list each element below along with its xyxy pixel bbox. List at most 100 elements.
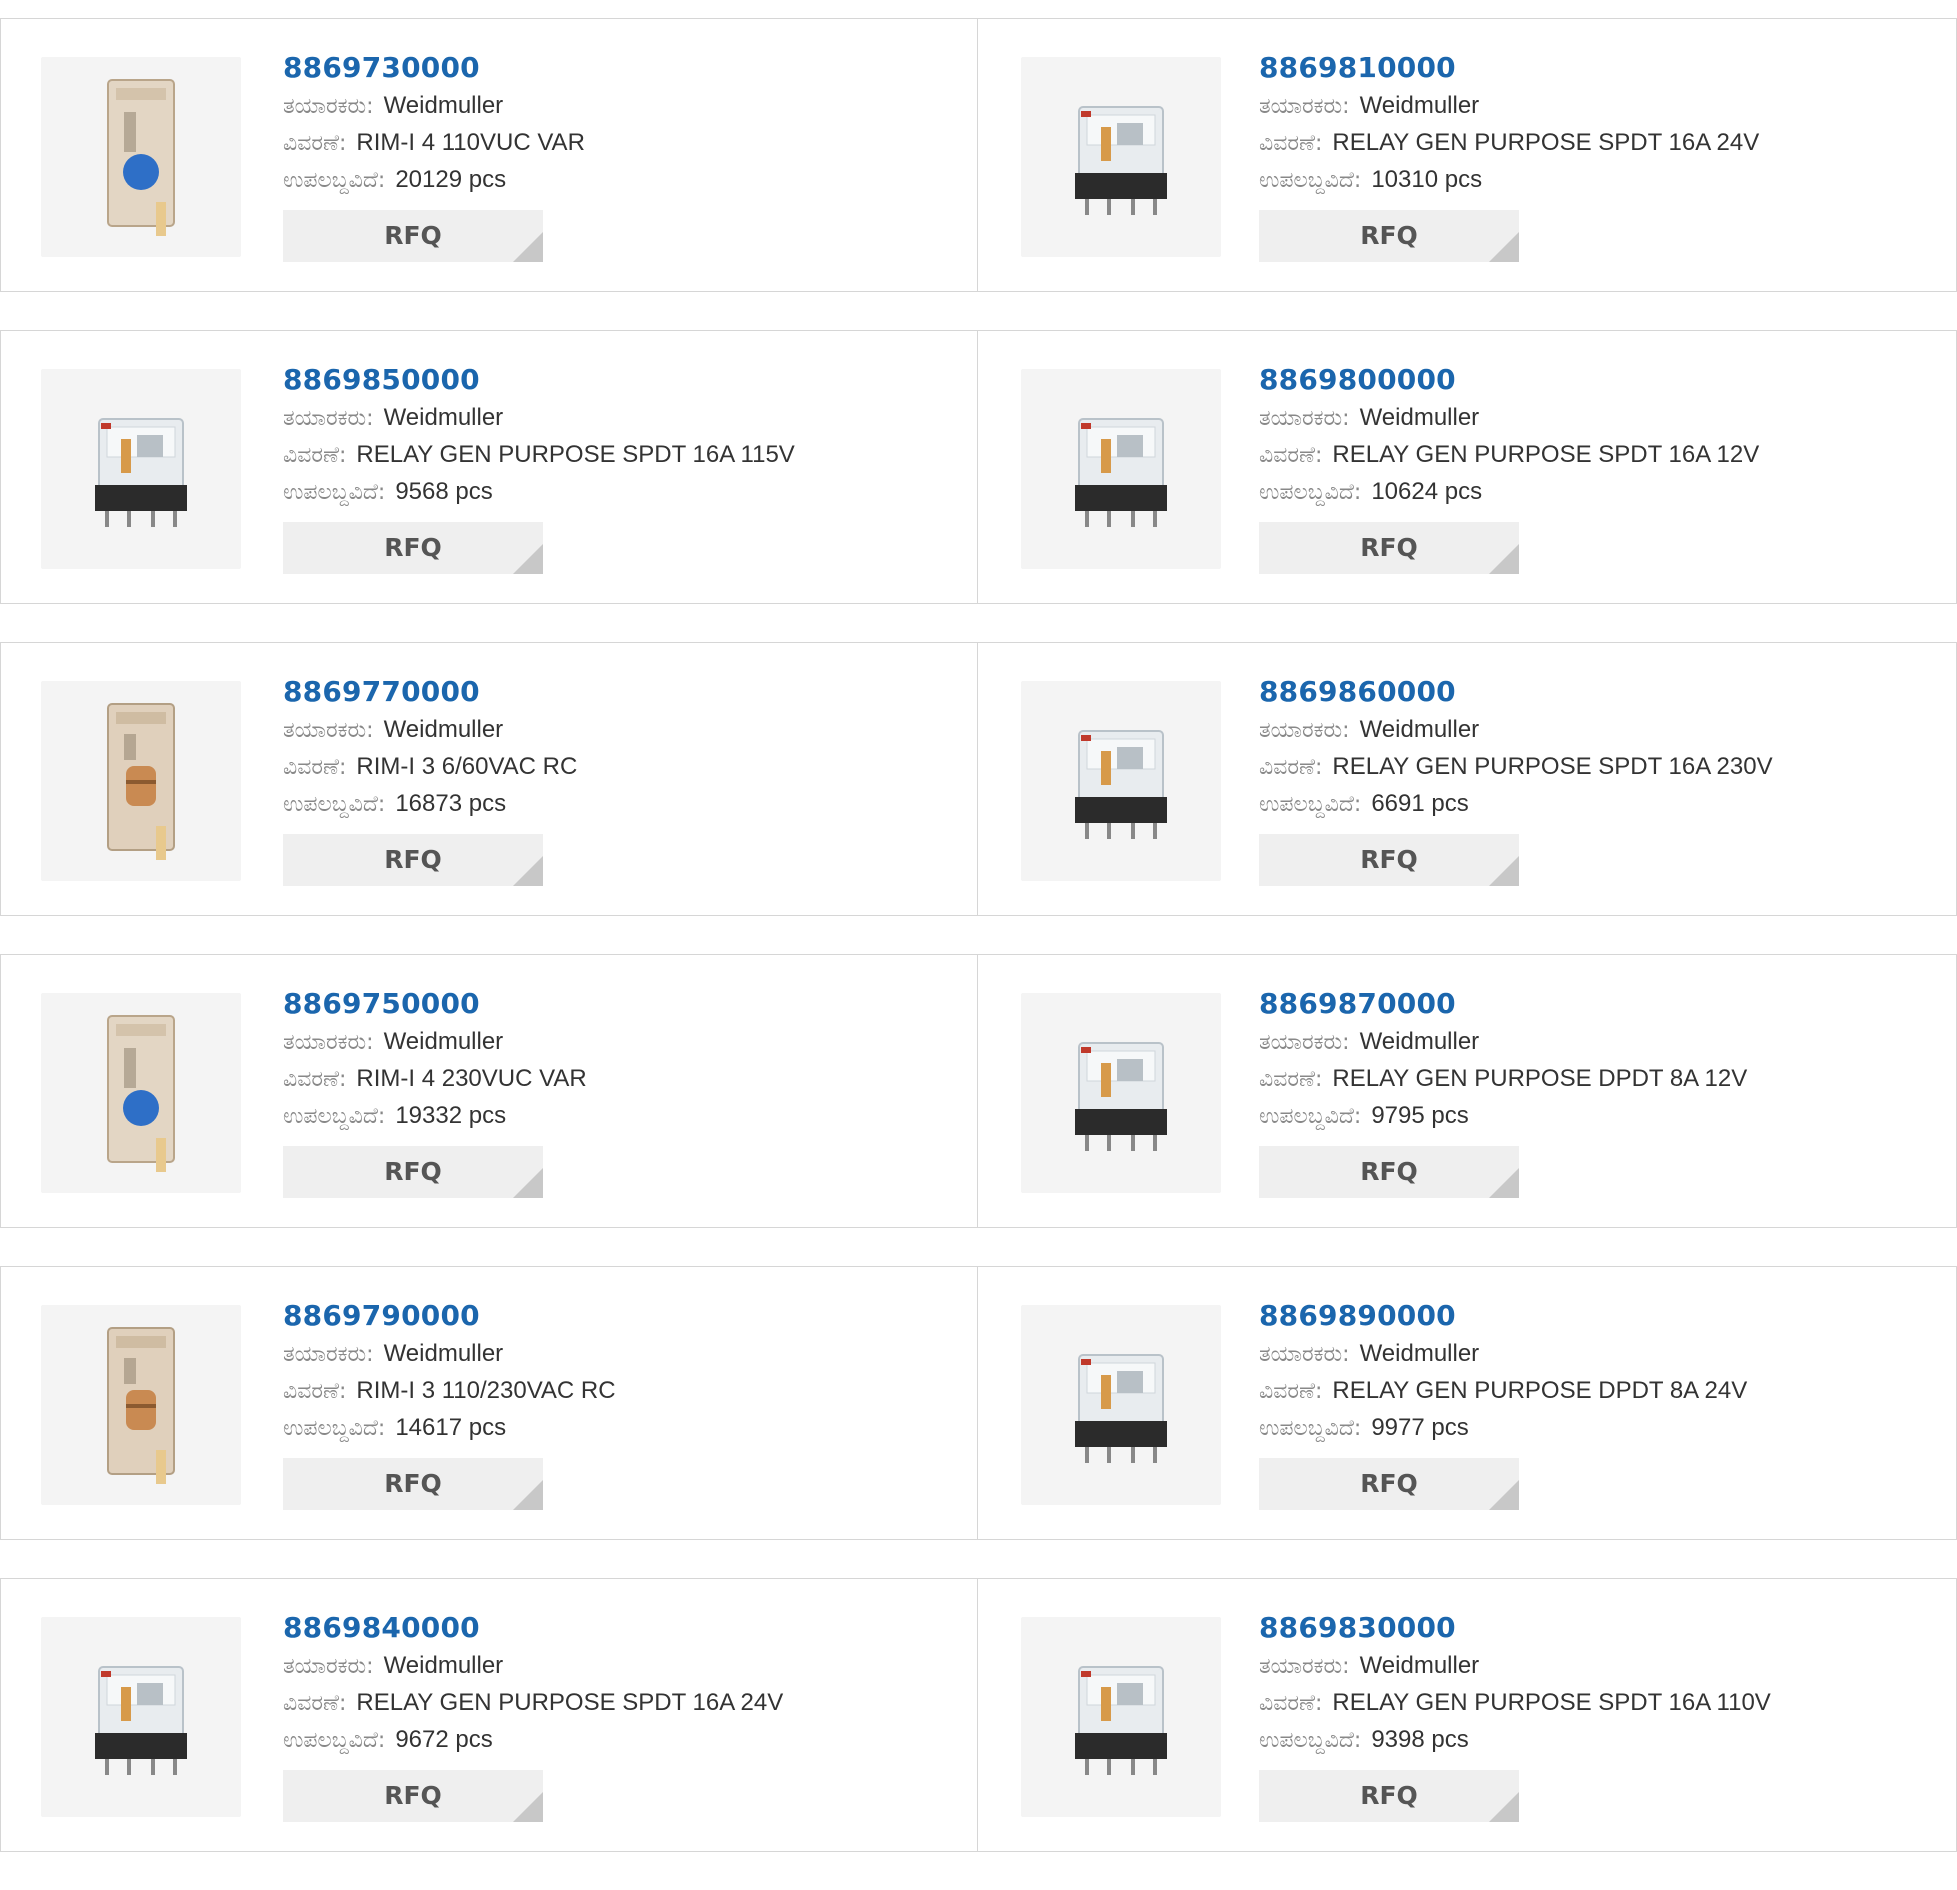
product-card: 8869870000 ತಯಾರಕರು: Weidmuller ವಿವರಣೆ: REL… — [978, 954, 1957, 1228]
relay-icon — [1075, 418, 1167, 527]
rfq-button[interactable]: RFQ — [1259, 522, 1519, 574]
product-image[interactable] — [1021, 369, 1221, 569]
product-image[interactable] — [1021, 1617, 1221, 1817]
product-row: 8869790000 ತಯಾರಕರು: Weidmuller ವಿವರಣೆ: RIM… — [0, 1266, 1957, 1542]
part-number-link[interactable]: 8869730000 — [283, 49, 480, 87]
description-value: RIM-I 4 230VUC VAR — [356, 1065, 587, 1092]
availability-label: ಉಪಲಬ್ದವಿದೆ: — [283, 480, 386, 505]
product-image[interactable] — [41, 681, 241, 881]
corner-fold-icon — [513, 232, 543, 262]
part-number-link[interactable]: 8869850000 — [283, 361, 480, 399]
plug-in-module-icon — [107, 703, 175, 860]
rfq-button-label: RFQ — [384, 845, 442, 874]
product-info: 8869830000 ತಯಾರಕರು: Weidmuller ವಿವರಣೆ: REL… — [1259, 1609, 1936, 1822]
corner-fold-icon — [513, 1792, 543, 1822]
part-number-link[interactable]: 8869790000 — [283, 1297, 480, 1335]
product-image[interactable] — [1021, 993, 1221, 1193]
part-number-link[interactable]: 8869810000 — [1259, 49, 1456, 87]
product-image[interactable] — [41, 993, 241, 1193]
product-info: 8869770000 ತಯಾರಕರು: Weidmuller ವಿವರಣೆ: RIM… — [283, 673, 957, 886]
availability-row: ಉಪಲಬ್ದವಿದೆ: 10624 pcs — [1259, 473, 1936, 510]
description-row: ವಿವರಣೆ: RIM-I 4 110VUC VAR — [283, 124, 957, 161]
availability-value: 9398 pcs — [1371, 1726, 1469, 1753]
relay-icon — [95, 418, 187, 527]
rfq-button[interactable]: RFQ — [1259, 210, 1519, 262]
product-image[interactable] — [41, 57, 241, 257]
product-grid: 8869730000 ತಯಾರಕರು: Weidmuller ವಿವರಣೆ: RIM… — [0, 18, 1957, 1890]
part-number-link[interactable]: 8869770000 — [283, 673, 480, 711]
product-info: 8869890000 ತಯಾರಕರು: Weidmuller ವಿವರಣೆ: REL… — [1259, 1297, 1936, 1510]
product-image[interactable] — [41, 1617, 241, 1817]
product-image[interactable] — [1021, 1305, 1221, 1505]
manufacturer-label: ತಯಾರಕರು: — [1259, 1654, 1350, 1679]
description-label: ವಿವರಣೆ: — [1259, 131, 1323, 156]
corner-fold-icon — [513, 1480, 543, 1510]
part-number-link[interactable]: 8869840000 — [283, 1609, 480, 1647]
part-number-link[interactable]: 8869830000 — [1259, 1609, 1456, 1647]
availability-row: ಉಪಲಬ್ದವಿದೆ: 6691 pcs — [1259, 785, 1936, 822]
product-image[interactable] — [41, 369, 241, 569]
product-info: 8869800000 ತಯಾರಕರು: Weidmuller ವಿವರಣೆ: REL… — [1259, 361, 1936, 574]
rfq-button[interactable]: RFQ — [283, 834, 543, 886]
availability-row: ಉಪಲಬ್ದವಿದೆ: 9795 pcs — [1259, 1097, 1936, 1134]
rfq-button-label: RFQ — [384, 1781, 442, 1810]
availability-label: ಉಪಲಬ್ದವಿದೆ: — [283, 168, 386, 193]
availability-row: ಉಪಲಬ್ದವಿದೆ: 19332 pcs — [283, 1097, 957, 1134]
relay-icon — [1075, 106, 1167, 215]
relay-icon — [1075, 730, 1167, 839]
manufacturer-row: ತಯಾರಕರು: Weidmuller — [1259, 1647, 1936, 1684]
product-row: 8869840000 ತಯಾರಕರು: Weidmuller ವಿವರಣೆ: REL… — [0, 1578, 1957, 1854]
description-label: ವಿವರಣೆ: — [1259, 1691, 1323, 1716]
part-number-link[interactable]: 8869800000 — [1259, 361, 1456, 399]
description-row: ವಿವರಣೆ: RELAY GEN PURPOSE SPDT 16A 24V — [283, 1684, 957, 1721]
rfq-button[interactable]: RFQ — [283, 1146, 543, 1198]
product-image[interactable] — [1021, 681, 1221, 881]
part-number-link[interactable]: 8869860000 — [1259, 673, 1456, 711]
description-row: ವಿವರಣೆ: RELAY GEN PURPOSE SPDT 16A 24V — [1259, 124, 1936, 161]
availability-row: ಉಪಲಬ್ದವಿದೆ: 20129 pcs — [283, 161, 957, 198]
rfq-button-label: RFQ — [384, 221, 442, 250]
part-number-link[interactable]: 8869890000 — [1259, 1297, 1456, 1335]
rfq-button[interactable]: RFQ — [1259, 1770, 1519, 1822]
product-card: 8869830000 ತಯಾರಕರು: Weidmuller ವಿವರಣೆ: REL… — [978, 1578, 1957, 1852]
rfq-button[interactable]: RFQ — [1259, 1458, 1519, 1510]
manufacturer-row: ತಯಾರಕರು: Weidmuller — [1259, 1023, 1936, 1060]
description-row: ವಿವರಣೆ: RELAY GEN PURPOSE SPDT 16A 12V — [1259, 436, 1936, 473]
product-image[interactable] — [1021, 57, 1221, 257]
relay-icon — [1075, 1042, 1167, 1151]
availability-row: ಉಪಲಬ್ದವಿದೆ: 9568 pcs — [283, 473, 957, 510]
manufacturer-value: Weidmuller — [383, 92, 504, 119]
part-number-link[interactable]: 8869870000 — [1259, 985, 1456, 1023]
product-info: 8869840000 ತಯಾರಕರು: Weidmuller ವಿವರಣೆ: REL… — [283, 1609, 957, 1822]
rfq-button[interactable]: RFQ — [283, 210, 543, 262]
manufacturer-value: Weidmuller — [1359, 1652, 1480, 1679]
availability-value: 9672 pcs — [395, 1726, 493, 1753]
description-label: ವಿವರಣೆ: — [283, 1379, 347, 1404]
rfq-button[interactable]: RFQ — [283, 1458, 543, 1510]
manufacturer-label: ತಯಾರಕರು: — [1259, 718, 1350, 743]
description-label: ವಿವರಣೆ: — [1259, 1067, 1323, 1092]
availability-row: ಉಪಲಬ್ದವಿದೆ: 9672 pcs — [283, 1721, 957, 1758]
product-info: 8869790000 ತಯಾರಕರು: Weidmuller ವಿವರಣೆ: RIM… — [283, 1297, 957, 1510]
rfq-button[interactable]: RFQ — [283, 1770, 543, 1822]
availability-row: ಉಪಲಬ್ದವಿದೆ: 14617 pcs — [283, 1409, 957, 1446]
corner-fold-icon — [1489, 544, 1519, 574]
product-info: 8869810000 ತಯಾರಕರು: Weidmuller ವಿವರಣೆ: REL… — [1259, 49, 1936, 262]
manufacturer-value: Weidmuller — [383, 1028, 504, 1055]
availability-label: ಉಪಲಬ್ದವಿದೆ: — [1259, 1104, 1362, 1129]
description-value: RIM-I 3 6/60VAC RC — [356, 753, 578, 780]
description-value: RIM-I 3 110/230VAC RC — [356, 1377, 616, 1404]
manufacturer-row: ತಯಾರಕರು: Weidmuller — [283, 1647, 957, 1684]
manufacturer-label: ತಯಾರಕರು: — [1259, 406, 1350, 431]
availability-label: ಉಪಲಬ್ದವಿದೆ: — [1259, 1416, 1362, 1441]
manufacturer-label: ತಯಾರಕರು: — [283, 1030, 374, 1055]
rfq-button[interactable]: RFQ — [1259, 1146, 1519, 1198]
availability-label: ಉಪಲಬ್ದವಿದೆ: — [283, 1104, 386, 1129]
part-number-link[interactable]: 8869750000 — [283, 985, 480, 1023]
rfq-button[interactable]: RFQ — [283, 522, 543, 574]
manufacturer-label: ತಯಾರಕರು: — [283, 1342, 374, 1367]
product-image[interactable] — [41, 1305, 241, 1505]
manufacturer-label: ತಯಾರಕರು: — [1259, 1030, 1350, 1055]
rfq-button[interactable]: RFQ — [1259, 834, 1519, 886]
availability-value: 9795 pcs — [1371, 1102, 1469, 1129]
